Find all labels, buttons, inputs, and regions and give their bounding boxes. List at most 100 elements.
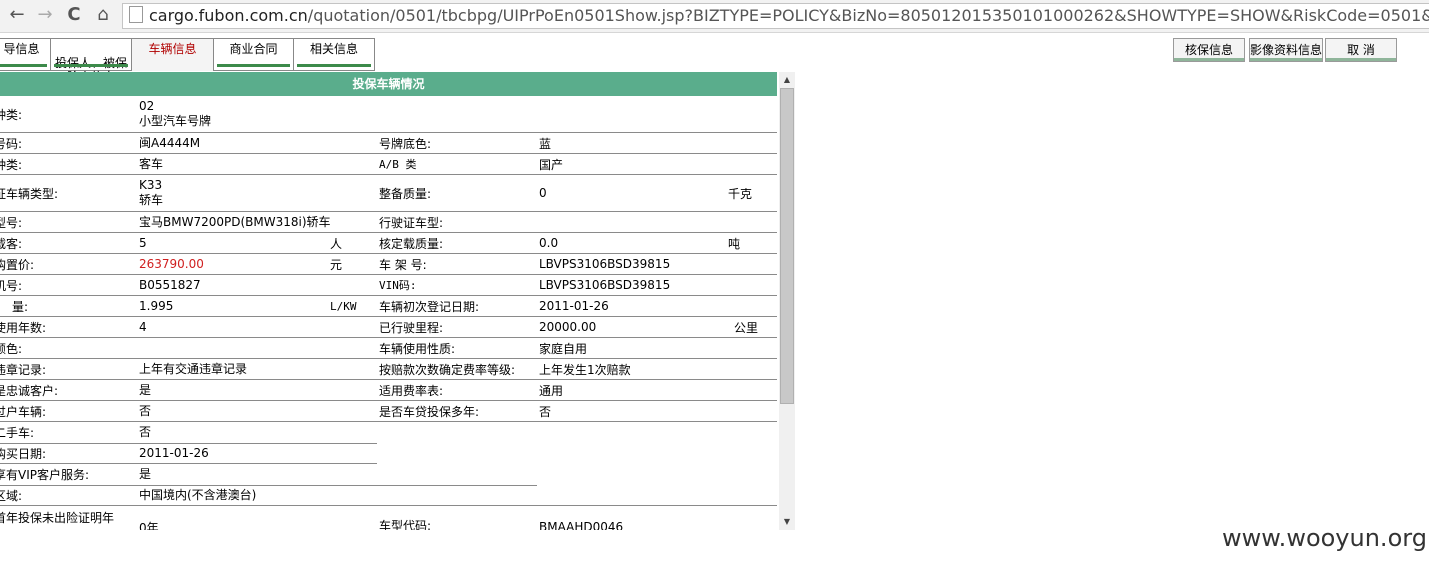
- tab-commercial-contract[interactable]: 商业合同: [213, 38, 294, 71]
- table-row: 种类: 客车 A/B 类 国产: [0, 154, 777, 175]
- table-row: 过户车辆: 否 是否车贷投保多年: 否: [0, 401, 777, 422]
- field-label: 违章记录:: [0, 362, 47, 377]
- field-label: 载客:: [0, 236, 23, 251]
- field-unit: L/KW: [330, 299, 357, 313]
- field-value: K33 轿车: [139, 175, 163, 211]
- field-value: 5: [139, 235, 147, 250]
- field-label: 车辆使用性质:: [379, 341, 456, 356]
- forward-icon[interactable]: →: [34, 4, 56, 26]
- scroll-down-icon[interactable]: ▼: [779, 514, 795, 530]
- field-value: 否: [139, 425, 152, 439]
- field-label: 购买日期:: [0, 447, 47, 461]
- field-label: 享有VIP客户服务:: [0, 468, 90, 482]
- field-value: BMAAHD0046: [539, 520, 624, 530]
- table-row: 购置价: 263790.00 元 车 架 号: LBVPS3106BSD3981…: [0, 254, 777, 275]
- field-label: 适用费率表:: [379, 383, 444, 398]
- field-label: 整备质量:: [379, 186, 432, 201]
- vehicle-info-panel: 投保车辆情况 种类: 02 小型汽车号牌 号码: 闽A4444M 号牌底色: 蓝…: [0, 72, 795, 530]
- table-row: 号码: 闽A4444M 号牌底色: 蓝: [0, 133, 777, 154]
- field-value: 1.995: [139, 298, 174, 313]
- table-row: 种类: 02 小型汽车号牌: [0, 96, 777, 133]
- field-label: 首年投保未出险证明年: [0, 511, 115, 525]
- field-label: 已行驶里程:: [379, 320, 444, 335]
- back-icon[interactable]: ←: [6, 4, 28, 26]
- field-value: 客车: [139, 156, 164, 171]
- plate-type-code: 02: [139, 99, 155, 113]
- field-value: 否: [139, 403, 152, 418]
- scroll-up-icon[interactable]: ▲: [779, 72, 795, 88]
- field-label: 机号:: [0, 278, 23, 293]
- cancel-button[interactable]: 取 消: [1325, 38, 1397, 62]
- field-value: 是: [139, 467, 152, 481]
- home-icon[interactable]: ⌂: [92, 4, 114, 26]
- tab-basic-info[interactable]: 导信息: [0, 38, 51, 71]
- field-label: 车 架 号:: [379, 257, 427, 272]
- field-value: 家庭自用: [539, 341, 588, 356]
- tab-vehicle-info[interactable]: 车辆信息: [131, 38, 214, 71]
- field-value: 中国境内(不含港澳台): [139, 488, 257, 502]
- vehicle-type-code: K33: [139, 178, 163, 192]
- field-value: 国产: [539, 157, 564, 172]
- field-value: B0551827: [139, 277, 201, 292]
- tab-label: 车辆信息: [148, 42, 197, 56]
- field-value: 0年: [139, 521, 159, 530]
- field-unit: 人: [330, 236, 343, 251]
- tab-stripe: [217, 64, 290, 67]
- table-row: 购买日期: 2011-01-26: [0, 444, 377, 464]
- field-value: LBVPS3106BSD39815: [539, 257, 671, 271]
- table-row: 是忠诚客户: 是 适用费率表: 通用: [0, 380, 777, 401]
- tab-policyholder-info[interactable]: 投保人、被保 险人信息: [50, 38, 132, 84]
- field-value: 是: [139, 382, 152, 397]
- field-label: 购置价:: [0, 257, 35, 272]
- table-row: 使用年数: 4 已行驶里程: 20000.00 公里: [0, 317, 777, 338]
- underwriting-info-button[interactable]: 核保信息: [1173, 38, 1245, 62]
- field-label: 区域:: [0, 489, 23, 503]
- field-value: 上年发生1次赔款: [539, 362, 631, 377]
- field-label: A/B 类: [379, 158, 417, 171]
- table-row: 颜色: 车辆使用性质: 家庭自用: [0, 338, 777, 359]
- table-row: 量: 1.995 L/KW 车辆初次登记日期: 2011-01-26: [0, 296, 777, 317]
- image-info-button[interactable]: 影像资料信息: [1249, 38, 1323, 62]
- field-label: 使用年数:: [0, 320, 47, 335]
- field-label: 车型代码:: [379, 519, 432, 530]
- table-row: 区域: 中国境内(不含港澳台): [0, 486, 777, 506]
- field-unit: 元: [330, 257, 343, 272]
- table-row: 首年投保未出险证明年 0年 车型代码: BMAAHD0046: [0, 506, 777, 530]
- reload-icon[interactable]: C: [63, 4, 85, 26]
- table-row: 二手车: 否: [0, 422, 777, 443]
- field-label: 按赔款次数确定费率等级:: [379, 362, 516, 377]
- field-label: 核定载质量:: [379, 236, 444, 251]
- field-value: 通用: [539, 383, 564, 398]
- field-value: 0: [539, 186, 547, 200]
- vertical-scrollbar[interactable]: ▲ ▼: [779, 72, 795, 530]
- section-title: 投保车辆情况: [0, 72, 777, 96]
- purchase-price-value: 263790.00: [139, 256, 204, 271]
- field-value: 20000.00: [539, 320, 597, 334]
- vehicle-table: 种类: 02 小型汽车号牌 号码: 闽A4444M 号牌底色: 蓝 种类: 客车…: [0, 96, 777, 530]
- field-unit: 千克: [728, 186, 753, 201]
- tab-label: 相关信息: [309, 42, 358, 56]
- tab-label: 商业合同: [229, 42, 278, 56]
- field-label: 证车辆类型:: [0, 186, 59, 201]
- field-label: 种类:: [0, 107, 23, 122]
- url-path: /quotation/0501/tbcbpg/UIPrPoEn0501Show.…: [307, 6, 1429, 25]
- field-value: 蓝: [539, 136, 552, 151]
- field-label: 是忠诚客户:: [0, 383, 59, 398]
- vehicle-type-name: 轿车: [139, 193, 164, 207]
- tab-related-info[interactable]: 相关信息: [293, 38, 375, 71]
- field-label: VIN码:: [379, 279, 417, 292]
- field-value: 上年有交通违章记录: [139, 361, 248, 376]
- page-icon: [129, 6, 143, 23]
- address-bar[interactable]: cargo.fubon.com.cn/quotation/0501/tbcbpg…: [122, 3, 1429, 29]
- field-label: 是否车贷投保多年:: [379, 404, 480, 419]
- field-label: 颜色:: [0, 341, 23, 356]
- field-label: 二手车:: [0, 426, 35, 440]
- tab-stripe: [297, 64, 371, 67]
- table-row: 违章记录: 上年有交通违章记录 按赔款次数确定费率等级: 上年发生1次赔款: [0, 359, 777, 380]
- field-value: LBVPS3106BSD39815: [539, 278, 671, 292]
- field-label: 量:: [12, 299, 29, 314]
- table-row: 证车辆类型: K33 轿车 整备质量: 0 千克: [0, 175, 777, 212]
- field-value: 2011-01-26: [539, 299, 609, 313]
- scroll-thumb[interactable]: [780, 88, 794, 404]
- field-value: 0.0: [539, 236, 559, 250]
